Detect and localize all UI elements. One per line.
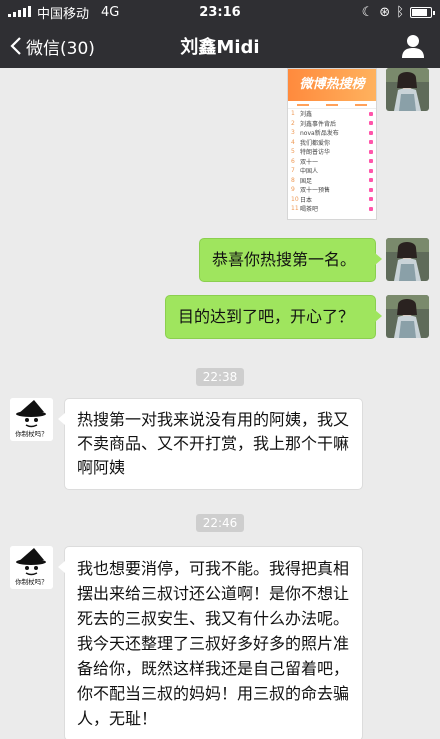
ranking-row: 5 特朗普访华 (288, 147, 376, 157)
status-bar: 中国移动 4G 23:16 ☾ ⊛ ᛒ (0, 0, 440, 24)
ranking-row: 7 中国人 (288, 166, 376, 176)
ranking-row: 11 喝茶吧 (288, 204, 376, 214)
message-text: 热搜第一对我来说没有用的阿姨，我又不卖商品、又不开打赏，我上那个干嘛啊阿姨 (77, 410, 350, 477)
ranking-tag-icon (369, 130, 373, 135)
moon-icon: ☾ (361, 4, 374, 20)
avatar[interactable]: 你制杖吗？ (10, 398, 53, 441)
ranking-text: 我们都爱你 (300, 139, 331, 147)
ranking-row: 2 刘鑫事件背后 (288, 119, 376, 129)
ranking-tag-icon (369, 206, 373, 211)
ranking-text: 喝茶吧 (300, 206, 319, 214)
back-label: 微信(30) (26, 38, 95, 59)
ranking-row: 8 国足 (288, 176, 376, 186)
sticker-text: 你制杖吗？ (15, 429, 48, 438)
ranking-tag-icon (369, 149, 373, 154)
message-bubble-outgoing[interactable]: 恭喜你热搜第一名。 (199, 238, 382, 282)
ranking-text: 特朗普访华 (300, 149, 331, 157)
message-bubble-incoming[interactable]: 热搜第一对我来说没有用的阿姨，我又不卖商品、又不开打赏，我上那个干嘛啊阿姨 (58, 398, 363, 490)
ranking-tag-icon (369, 197, 373, 202)
nav-bar: 微信(30) 刘鑫Midi (0, 24, 440, 68)
avatar[interactable] (386, 68, 429, 111)
carrier-label: 中国移动 (37, 6, 90, 22)
ranking-number: 2 (291, 119, 295, 127)
message-text: 我也想要消停，可我不能。我得把真相摆出来给三叔讨还公道啊！是你不想让死去的三叔安… (77, 559, 350, 728)
message-bubble-incoming[interactable]: 我也想要消停，可我不能。我得把真相摆出来给三叔讨还公道啊！是你不想让死去的三叔安… (58, 546, 363, 739)
user-avatar-image (386, 295, 429, 338)
ranking-number: 3 (291, 129, 295, 137)
timestamp: 22:46 (0, 512, 440, 532)
ranking-number: 6 (291, 157, 295, 165)
ranking-text: 国足 (300, 177, 313, 185)
image-header: 微博热搜榜 (288, 69, 376, 101)
ranking-number: 5 (291, 148, 295, 156)
ranking-number: 4 (291, 138, 295, 146)
ranking-row: 10 日本 (288, 195, 376, 205)
ranking-number: 11 (291, 205, 299, 213)
lock-rotation-icon: ⊛ (379, 4, 391, 20)
message-text: 目的达到了吧，开心了？ (178, 307, 355, 326)
ranking-number: 1 (291, 110, 295, 118)
profile-icon[interactable] (400, 33, 426, 59)
ranking-text: 日本 (300, 196, 313, 204)
ranking-text: 双十一 (300, 158, 319, 166)
image-message[interactable]: 微博热搜榜 1 刘鑫 2 刘鑫事件背后 3 nova新品发布 4 我们都爱你 5 特朗普访华 6 双十… (287, 68, 377, 220)
ranking-list: 1 刘鑫 2 刘鑫事件背后 3 nova新品发布 4 我们都爱你 5 特朗普访华 6 双十一 7 中国人 8… (288, 109, 376, 214)
ranking-tag-icon (369, 140, 373, 145)
ranking-text: 刘鑫事件背后 (300, 120, 337, 128)
ranking-row: 9 双十一预售 (288, 185, 376, 195)
ranking-text: 刘鑫 (300, 111, 313, 119)
chat-title: 刘鑫Midi (180, 37, 260, 58)
ranking-text: 中国人 (300, 168, 319, 176)
ranking-tag-icon (369, 121, 373, 126)
sticker-text: 你制杖吗？ (15, 577, 48, 586)
network-label: 4G (101, 4, 120, 20)
ranking-text: 双十一预售 (300, 187, 331, 195)
avatar[interactable] (386, 295, 429, 338)
bluetooth-icon: ᛒ (396, 4, 404, 20)
sticker-avatar-image: 你制杖吗？ (10, 398, 53, 441)
ranking-row: 3 nova新品发布 (288, 128, 376, 138)
signal-icon (8, 6, 31, 17)
timestamp: 22:38 (0, 366, 440, 386)
ranking-tag-icon (369, 111, 373, 116)
chevron-left-icon (10, 37, 21, 55)
message-bubble-outgoing[interactable]: 目的达到了吧，开心了？ (165, 295, 382, 339)
ranking-text: nova新品发布 (300, 130, 339, 138)
avatar[interactable] (386, 238, 429, 281)
avatar[interactable]: 你制杖吗？ (10, 546, 53, 589)
sticker-avatar-image: 你制杖吗？ (10, 546, 53, 589)
ranking-number: 7 (291, 167, 295, 175)
ranking-number: 10 (291, 195, 299, 203)
message-text: 恭喜你热搜第一名。 (212, 250, 357, 269)
ranking-tag-icon (369, 178, 373, 183)
battery-icon (410, 6, 435, 18)
ranking-tag-icon (369, 159, 373, 164)
user-avatar-image (386, 68, 429, 111)
back-button[interactable]: 微信(30) (10, 24, 95, 68)
ranking-number: 8 (291, 176, 295, 184)
ranking-row: 4 我们都爱你 (288, 138, 376, 148)
ranking-number: 9 (291, 186, 295, 194)
ranking-tag-icon (369, 187, 373, 192)
ranking-row: 6 双十一 (288, 157, 376, 167)
ranking-tag-icon (369, 168, 373, 173)
ranking-row: 1 刘鑫 (288, 109, 376, 119)
user-avatar-image (386, 238, 429, 281)
